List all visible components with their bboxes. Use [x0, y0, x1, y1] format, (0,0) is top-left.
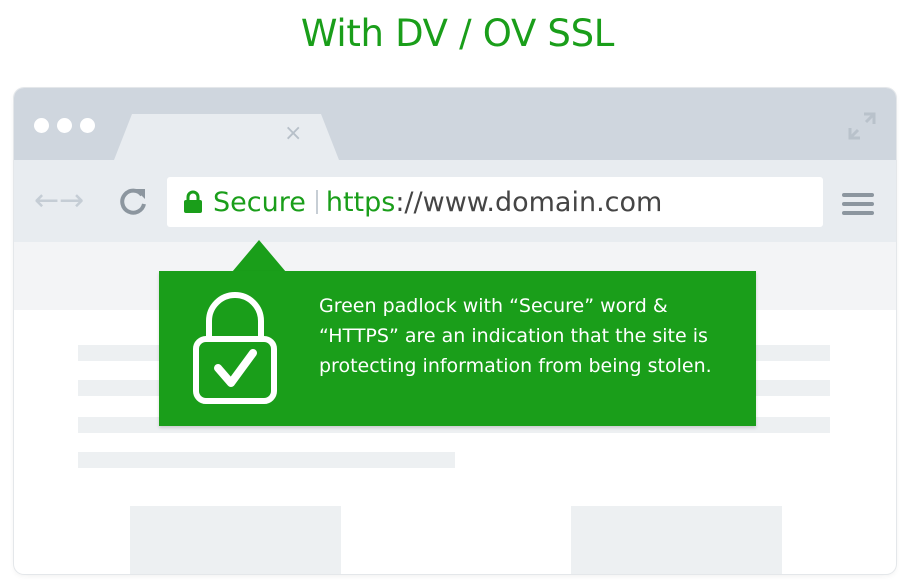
url-scheme: https	[325, 186, 396, 218]
secure-label: Secure	[213, 186, 306, 218]
callout-text: Green padlock with “Secure” word & “HTTP…	[319, 295, 712, 377]
text-line-placeholder	[78, 452, 455, 468]
callout-pointer	[232, 240, 286, 272]
reload-icon[interactable]	[118, 186, 148, 218]
window-dot-icon[interactable]	[34, 118, 49, 133]
window-controls[interactable]	[34, 118, 95, 133]
ssl-callout: Green padlock with “Secure” word & “HTTP…	[159, 271, 756, 426]
expand-icon[interactable]	[846, 110, 878, 142]
url-separator	[315, 190, 318, 214]
padlock-check-icon	[193, 292, 277, 404]
window-dot-icon[interactable]	[57, 118, 72, 133]
content-block-placeholder	[130, 506, 341, 574]
window-dot-icon[interactable]	[80, 118, 95, 133]
browser-window: × ←→ Secure https://www.domain.com Gree…	[14, 88, 896, 574]
padlock-icon	[184, 190, 202, 213]
arrow-right-icon[interactable]: →	[59, 183, 84, 218]
browser-tab[interactable]	[114, 114, 339, 160]
arrow-left-icon[interactable]: ←	[34, 183, 59, 218]
address-bar[interactable]: Secure https://www.domain.com	[167, 177, 823, 227]
content-block-placeholder	[571, 506, 782, 574]
close-icon[interactable]: ×	[284, 123, 302, 145]
page-title: With DV / OV SSL	[300, 12, 615, 55]
nav-buttons: ←→	[34, 186, 84, 216]
hamburger-menu-icon[interactable]	[842, 193, 874, 215]
url-domain: ://www.domain.com	[395, 186, 663, 218]
